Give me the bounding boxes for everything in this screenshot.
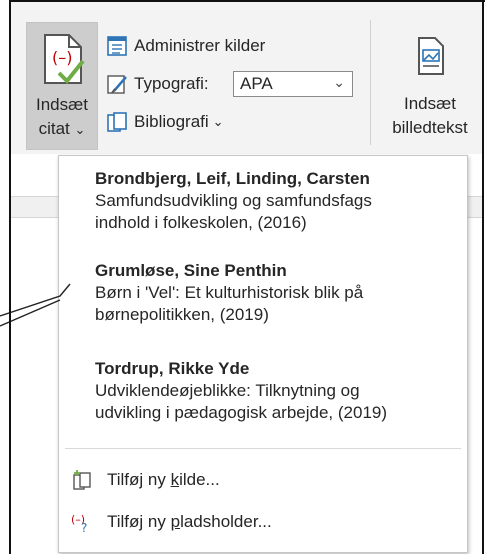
window-border xyxy=(9,0,484,554)
